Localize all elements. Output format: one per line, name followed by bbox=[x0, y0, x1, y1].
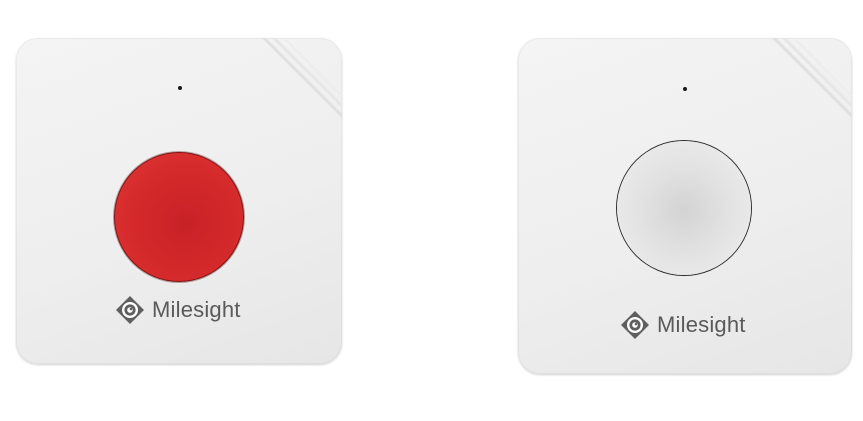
milesight-logo-icon bbox=[116, 296, 144, 324]
grey-push-button[interactable] bbox=[617, 141, 751, 275]
edge-stripes-decoration bbox=[771, 38, 852, 119]
indicator-led bbox=[683, 87, 687, 91]
brand-mark: Milesight bbox=[619, 309, 746, 341]
milesight-logo-icon bbox=[621, 311, 649, 339]
indicator-led bbox=[178, 86, 182, 90]
emergency-button-device-red: Milesight bbox=[16, 38, 342, 364]
brand-mark: Milesight bbox=[114, 294, 241, 326]
red-push-button[interactable] bbox=[114, 152, 244, 282]
brand-name: Milesight bbox=[152, 297, 241, 322]
brand-name: Milesight bbox=[657, 312, 746, 337]
edge-stripes-decoration bbox=[261, 38, 342, 119]
emergency-button-device-grey: Milesight bbox=[518, 38, 852, 374]
